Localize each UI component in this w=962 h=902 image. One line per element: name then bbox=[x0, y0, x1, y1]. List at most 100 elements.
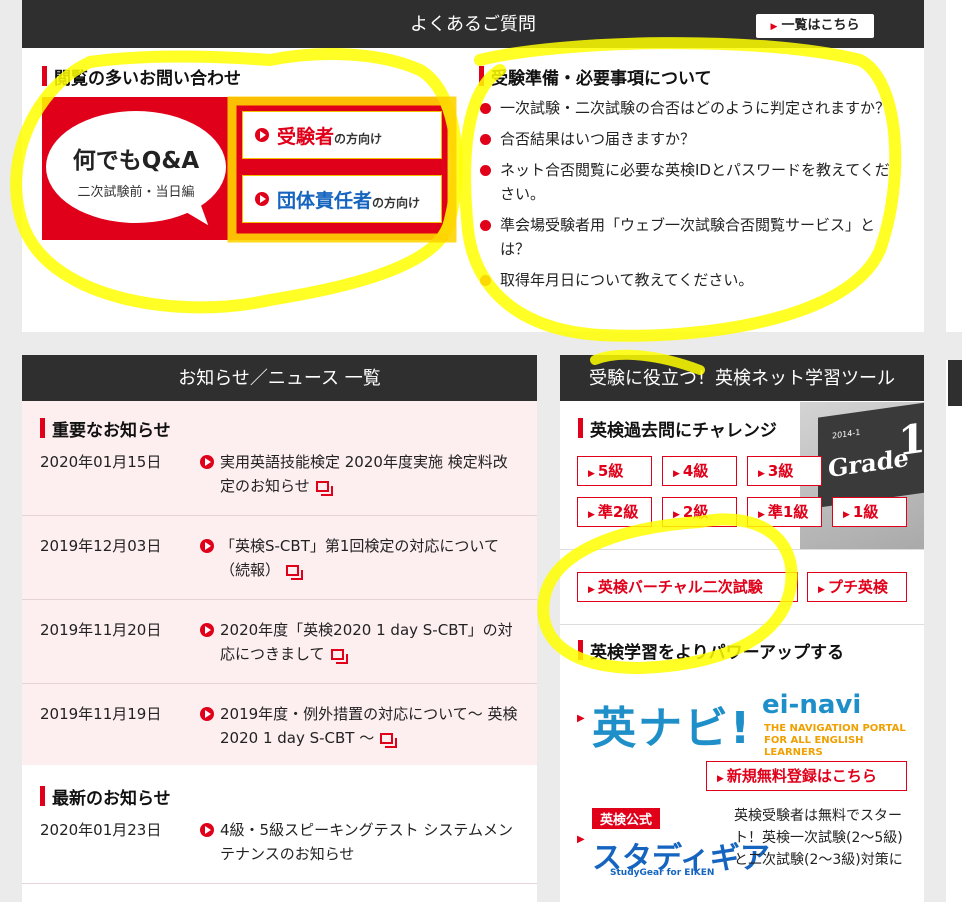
qa-examinee-link[interactable]: 受験者の方向け bbox=[242, 111, 442, 159]
tools-title: 受験に役立つ！英検ネット学習ツール bbox=[589, 368, 895, 389]
triangle-right-icon: ▶ bbox=[758, 469, 765, 479]
news-date: 2020年01月23日 bbox=[40, 821, 162, 839]
ei-navi-tagline-1: THE NAVIGATION PORTAL bbox=[764, 723, 906, 734]
grade-button-label: 2級 bbox=[682, 503, 709, 521]
grade-3-button[interactable]: ▶ 3級 bbox=[747, 456, 822, 486]
tools-header-bar: 受験に役立つ！英検ネット学習ツール bbox=[560, 355, 924, 401]
news-link[interactable]: 2019年度・例外措置の対応について〜 英検2020 1 day S-CBT 〜 bbox=[200, 702, 520, 750]
faq-list-button[interactable]: ▶ 一覧はこちら bbox=[756, 14, 874, 38]
grade-2-button[interactable]: ▶ 2級 bbox=[662, 497, 737, 527]
faq-link-eiken-id[interactable]: ネット合否閲覧に必要な英検IDとパスワードを教えてください。 bbox=[478, 158, 893, 206]
grade-button-label: 準2級 bbox=[597, 503, 639, 521]
studygear-description: 英検受験者は無料でスタート！英検一次試験(2〜5級)と二次試験(2〜3級)対策に bbox=[734, 808, 903, 868]
arrow-circle-icon bbox=[200, 455, 214, 469]
latest-news-heading: 最新のお知らせ bbox=[40, 784, 171, 809]
news-link-text: 2020年度「英検2020 1 day S-CBT」の対応につきまして bbox=[220, 621, 513, 663]
grade-button-label: 1級 bbox=[852, 503, 879, 521]
exam-prep-heading: 受験準備・必要事項について bbox=[479, 64, 712, 89]
faq-link-pass-judgement[interactable]: 一次試験・二次試験の合否はどのように判定されますか？ bbox=[478, 96, 893, 120]
news-link-text: 実用英語技能検定 2020年度実施 検定料改定のお知らせ bbox=[220, 453, 508, 495]
news-header-bar[interactable]: お知らせ／ニュース 一覧 bbox=[22, 355, 537, 401]
power-up-heading: 英検学習をよりパワーアップする bbox=[578, 638, 844, 663]
qa-title: 何でもQ&A bbox=[72, 148, 200, 174]
grade-button-label: 4級 bbox=[682, 462, 709, 480]
triangle-right-icon: ▶ bbox=[588, 510, 595, 520]
qa-group-link[interactable]: 団体責任者の方向け bbox=[242, 175, 442, 223]
free-register-button[interactable]: ▶ 新規無料登録はこちら bbox=[706, 761, 907, 791]
faq-link-web-result-service[interactable]: 準会場受験者用「ウェブ一次試験合否閲覧サービス」とは？ bbox=[478, 213, 893, 261]
news-link[interactable]: 実用英語技能検定 2020年度実施 検定料改定のお知らせ bbox=[200, 450, 520, 498]
faq-link-result-arrival[interactable]: 合否結果はいつ届きますか？ bbox=[478, 127, 893, 151]
grade-pre2-button[interactable]: ▶ 準2級 bbox=[577, 497, 652, 527]
virtual-interview-label: 英検バーチャル二次試験 bbox=[597, 578, 763, 596]
examinee-link-small: の方向け bbox=[334, 132, 383, 146]
triangle-right-icon: ▶ bbox=[588, 585, 595, 595]
petit-eiken-label: プチ英検 bbox=[827, 578, 888, 596]
grade-button-label: 3級 bbox=[767, 462, 794, 480]
triangle-right-icon: ▶ bbox=[673, 510, 680, 520]
news-title: お知らせ／ニュース 一覧 bbox=[178, 368, 381, 389]
external-window-icon bbox=[286, 565, 304, 580]
right-edge-panel bbox=[946, 0, 962, 332]
news-item: 2019年11月20日 2020年度「英検2020 1 day S-CBT」の対… bbox=[22, 600, 537, 684]
news-item: 2019年12月03日 「英検S-CBT」第1回検定の対応について（続報） bbox=[22, 516, 537, 600]
grade-5-button[interactable]: ▶ 5級 bbox=[577, 456, 652, 486]
ei-navi-jp-logo: 英ナビ! bbox=[592, 703, 753, 754]
triangle-right-icon: ▶ bbox=[577, 713, 585, 724]
qa-subtitle: 二次試験前・当日編 bbox=[77, 185, 195, 200]
faq-title: よくあるご質問 bbox=[410, 14, 536, 35]
grade-1-button[interactable]: ▶ 1級 bbox=[832, 497, 907, 527]
triangle-right-icon: ▶ bbox=[818, 585, 825, 595]
grade-pre1-button[interactable]: ▶ 準1級 bbox=[747, 497, 822, 527]
news-link-text: 4級・5級スピーキングテスト システムメンテナンスのお知らせ bbox=[220, 821, 513, 863]
group-link-big: 団体責任者 bbox=[277, 190, 373, 212]
news-link[interactable]: 4級・5級スピーキングテスト システムメンテナンスのお知らせ bbox=[200, 818, 520, 866]
triangle-right-icon: ▶ bbox=[717, 774, 724, 784]
grade-button-label: 準1級 bbox=[767, 503, 809, 521]
faq-link-acquisition-date[interactable]: 取得年月日について教えてください。 bbox=[478, 268, 893, 292]
faq-list-button-label: 一覧はこちら bbox=[781, 18, 860, 33]
divider bbox=[560, 624, 924, 625]
external-window-icon bbox=[380, 733, 398, 748]
triangle-right-icon: ▶ bbox=[758, 510, 765, 520]
ei-navi-tagline: THE NAVIGATION PORTAL FOR ALL ENGLISH LE… bbox=[764, 723, 912, 759]
studygear-official-badge: 英検公式 bbox=[592, 808, 661, 829]
grade-button-label: 5級 bbox=[597, 462, 624, 480]
news-date: 2019年11月20日 bbox=[40, 621, 162, 639]
news-item: 2020年01月15日 実用英語技能検定 2020年度実施 検定料改定のお知らせ bbox=[22, 440, 537, 516]
external-window-icon bbox=[315, 481, 333, 496]
exam-prep-list: 一次試験・二次試験の合否はどのように判定されますか？ 合否結果はいつ届きますか？… bbox=[478, 96, 893, 299]
news-date: 2019年12月03日 bbox=[40, 537, 162, 555]
speech-bubble-tail bbox=[183, 204, 209, 232]
news-link-text: 2019年度・例外措置の対応について〜 英検2020 1 day S-CBT 〜 bbox=[220, 705, 518, 747]
arrow-circle-icon bbox=[200, 707, 214, 721]
virtual-interview-button[interactable]: ▶ 英検バーチャル二次試験 bbox=[577, 572, 798, 602]
studygear-en-logo: StudyGear for EIKEN bbox=[610, 868, 715, 878]
triangle-right-icon: ▶ bbox=[673, 469, 680, 479]
news-link-text: 「英検S-CBT」第1回検定の対応について（続報） bbox=[220, 537, 499, 579]
ei-navi-logo[interactable]: 英ナビ! ei-navi THE NAVIGATION PORTAL FOR A… bbox=[592, 690, 912, 758]
news-link[interactable]: 2020年度「英検2020 1 day S-CBT」の対応につきまして bbox=[200, 618, 520, 666]
news-date: 2019年11月19日 bbox=[40, 705, 162, 723]
news-date: 2020年01月15日 bbox=[40, 453, 162, 471]
arrow-circle-icon bbox=[255, 192, 269, 206]
book-cover: 2014-1 Grade 1 bbox=[818, 402, 924, 508]
triangle-right-icon: ▶ bbox=[577, 834, 585, 845]
book-grade-number: 1 bbox=[898, 414, 924, 466]
petit-eiken-button[interactable]: ▶ プチ英検 bbox=[807, 572, 907, 602]
arrow-circle-icon bbox=[200, 539, 214, 553]
news-item: 2019年11月19日 2019年度・例外措置の対応について〜 英検2020 1… bbox=[22, 684, 537, 765]
triangle-right-icon: ▶ bbox=[588, 469, 595, 479]
ei-navi-en-logo: ei-navi bbox=[762, 690, 862, 720]
book-grade-word: Grade bbox=[828, 442, 909, 484]
news-link[interactable]: 「英検S-CBT」第1回検定の対応について（続報） bbox=[200, 534, 520, 582]
arrow-circle-icon bbox=[255, 128, 269, 142]
divider bbox=[560, 549, 924, 550]
right-edge-bar bbox=[948, 360, 962, 406]
popular-inquiries-heading: 閲覧の多いお問い合わせ bbox=[42, 64, 241, 89]
arrow-circle-icon bbox=[200, 623, 214, 637]
triangle-right-icon: ▶ bbox=[843, 510, 850, 520]
examinee-link-big: 受験者 bbox=[277, 126, 335, 148]
grade-4-button[interactable]: ▶ 4級 bbox=[662, 456, 737, 486]
faq-header-bar: よくあるご質問 ▶ 一覧はこちら bbox=[22, 0, 924, 48]
